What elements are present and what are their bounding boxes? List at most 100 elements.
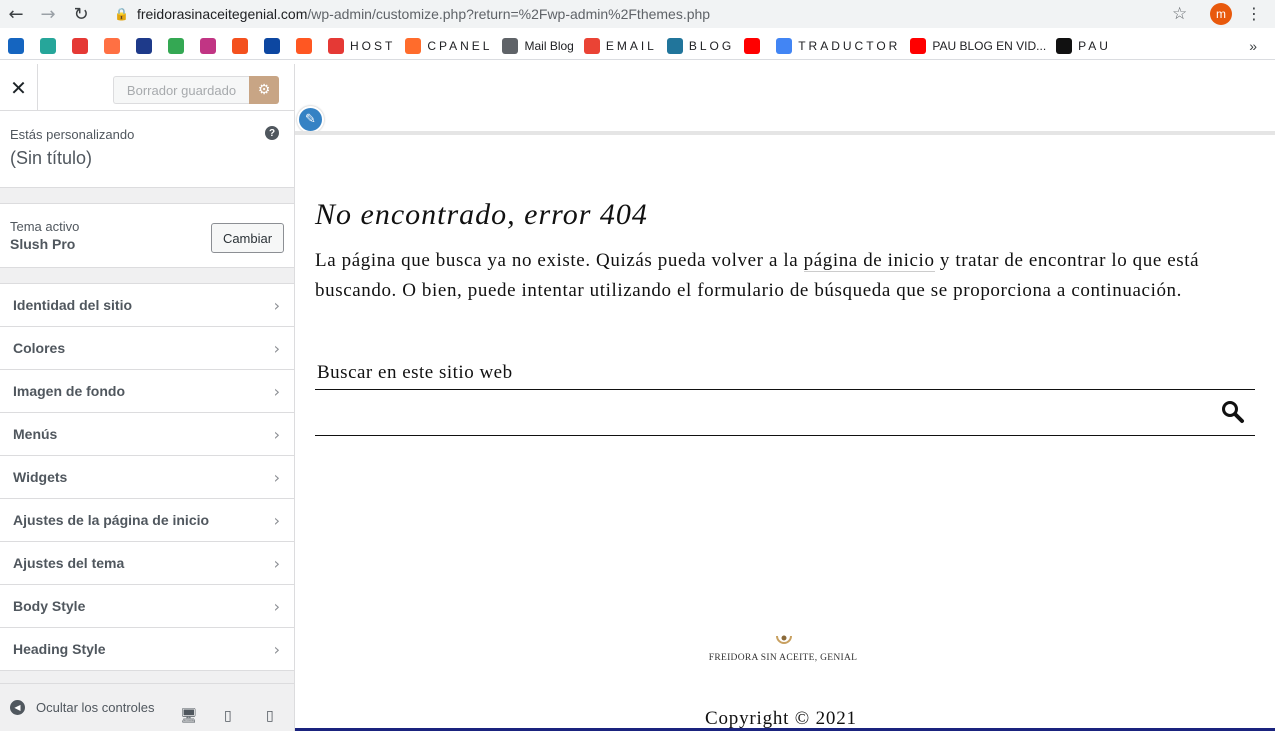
bookmark-item[interactable]: PAU BLOG EN VID...	[910, 37, 1047, 54]
address-bar[interactable]: 🔒 freidorasinaceitegenial.com/wp-admin/c…	[104, 1, 1200, 27]
customizing-info: Estás personalizando (Sin título) ?	[0, 111, 294, 188]
search-icon[interactable]	[1221, 400, 1245, 424]
bookmark-label: TRADUCTOR	[798, 38, 901, 53]
bookmark-favicon-icon	[40, 37, 56, 54]
customizer-menu: Identidad del sitio › Colores › Imagen de fo…	[0, 283, 294, 671]
bookmark-item[interactable]	[136, 37, 158, 54]
collapse-icon: ◀	[10, 700, 25, 715]
bookmark-item[interactable]	[264, 37, 286, 54]
back-icon[interactable]: ←	[6, 4, 26, 25]
bookmark-item[interactable]: EMAIL	[583, 37, 657, 54]
header-divider	[295, 131, 1275, 135]
chevron-right-icon: ›	[273, 553, 280, 573]
customizer-header: ✕ Borrador guardado ⚙	[0, 64, 294, 111]
reload-icon[interactable]: ↻	[71, 4, 91, 25]
hide-controls-label: Ocultar los controles	[36, 700, 155, 715]
site-title: (Sin título)	[10, 148, 93, 168]
bookmark-star-icon[interactable]: ☆	[1172, 4, 1187, 24]
bookmark-favicon-icon	[296, 37, 312, 54]
menu-item-label: Ajustes del tema	[13, 555, 125, 571]
profile-avatar[interactable]: m	[1210, 3, 1232, 25]
bookmark-item[interactable]: CPANEL	[405, 37, 493, 54]
hide-controls-button[interactable]: ◀ Ocultar los controles	[10, 700, 155, 715]
bookmark-favicon-icon	[72, 37, 88, 54]
bookmark-item[interactable]	[72, 37, 94, 54]
edit-shortcut-icon[interactable]: ✎	[297, 106, 324, 133]
bookmark-item[interactable]	[296, 37, 318, 54]
chevron-right-icon: ›	[273, 295, 280, 315]
menu-item-label: Colores	[13, 340, 66, 356]
bookmark-favicon-icon	[583, 37, 600, 54]
bookmark-item[interactable]	[104, 37, 126, 54]
close-icon[interactable]: ✕	[0, 64, 38, 111]
bookmark-favicon-icon	[200, 37, 216, 54]
bookmark-favicon-icon	[910, 37, 927, 54]
bookmark-label: PAU BLOG EN VID...	[932, 38, 1047, 53]
desktop-icon[interactable]: 🖥	[180, 708, 198, 724]
bookmark-item[interactable]	[40, 37, 62, 54]
active-theme-panel: Tema activo Slush Pro Cambiar	[0, 203, 294, 268]
chevron-right-icon: ›	[273, 338, 280, 358]
bookmark-label: EMAIL	[605, 38, 657, 53]
customizer-sidebar: ✕ Borrador guardado ⚙ Estás personalizan…	[0, 64, 295, 731]
chevron-right-icon: ›	[273, 639, 280, 659]
site-preview: ✎ No encontrado, error 404 La página que…	[295, 64, 1275, 731]
customizer-menu-item[interactable]: Identidad del sitio ›	[0, 284, 294, 327]
customizer-menu-item[interactable]: Menús ›	[0, 413, 294, 456]
browser-menu-icon[interactable]: ⋮	[1246, 4, 1262, 23]
bookmark-item[interactable]	[232, 37, 254, 54]
search-input[interactable]	[315, 389, 1255, 436]
tablet-icon[interactable]: ▯	[224, 708, 232, 724]
bookmark-favicon-icon	[232, 37, 248, 54]
bookmark-label: CPANEL	[427, 38, 493, 53]
menu-item-label: Widgets	[13, 469, 68, 485]
mobile-icon[interactable]: ▯	[266, 708, 274, 724]
search-label: Buscar en este sitio web	[317, 362, 513, 383]
error-title: No encontrado, error 404	[315, 198, 648, 231]
menu-item-label: Heading Style	[13, 641, 106, 657]
url-host: freidorasinaceitegenial.com	[136, 6, 308, 22]
bookmark-label: PAU	[1078, 38, 1111, 53]
customizer-menu-item[interactable]: Body Style ›	[0, 585, 294, 628]
bookmark-favicon-icon	[8, 37, 24, 54]
home-link[interactable]: página de inicio	[803, 250, 935, 272]
bookmark-item[interactable]	[200, 37, 222, 54]
logo-text: FREIDORA SIN ACEITE, GENIAL	[708, 653, 858, 663]
bookmark-item[interactable]	[168, 37, 190, 54]
help-icon[interactable]: ?	[265, 126, 279, 140]
bookmark-label: Mail Blog	[524, 38, 574, 53]
bookmark-favicon-icon	[502, 37, 519, 54]
customizer-menu-item[interactable]: Ajustes de la página de inicio ›	[0, 499, 294, 542]
chevron-right-icon: ›	[273, 467, 280, 487]
draft-saved-button[interactable]: Borrador guardado	[113, 76, 249, 104]
bookmark-item[interactable]: BLOG	[666, 37, 735, 54]
bookmark-item[interactable]	[744, 37, 766, 54]
menu-item-label: Menús	[13, 426, 58, 442]
customizer-menu-item[interactable]: Imagen de fondo ›	[0, 370, 294, 413]
customizer-menu-item[interactable]: Widgets ›	[0, 456, 294, 499]
bookmark-item[interactable]	[8, 37, 30, 54]
bookmark-favicon-icon	[1056, 37, 1073, 54]
bookmark-favicon-icon	[104, 37, 120, 54]
forward-icon[interactable]: →	[38, 4, 58, 25]
copyright: Copyright © 2021	[705, 708, 857, 729]
bookmark-item[interactable]: HOST	[328, 37, 395, 54]
bookmark-item[interactable]: Mail Blog	[502, 37, 574, 54]
bookmark-label: BLOG	[688, 38, 735, 53]
change-theme-button[interactable]: Cambiar	[211, 223, 284, 253]
bookmark-item[interactable]: PAU	[1056, 37, 1111, 54]
bookmark-item[interactable]: TRADUCTOR	[776, 37, 901, 54]
site-logo: FREIDORA SIN ACEITE, GENIAL	[703, 632, 863, 672]
customizer-menu-item[interactable]: Colores ›	[0, 327, 294, 370]
lock-icon: 🔒	[114, 7, 129, 21]
more-bookmarks-icon[interactable]: »	[1249, 38, 1257, 54]
bookmark-favicon-icon	[744, 37, 761, 54]
customizer-menu-item[interactable]: Heading Style ›	[0, 628, 294, 671]
bookmark-favicon-icon	[264, 37, 280, 54]
bookmark-favicon-icon	[405, 37, 422, 54]
gear-icon[interactable]: ⚙	[249, 76, 279, 104]
bookmark-favicon-icon	[168, 37, 184, 54]
browser-toolbar: ← → ↻ 🔒 freidorasinaceitegenial.com/wp-a…	[0, 0, 1275, 28]
customizer-menu-item[interactable]: Ajustes del tema ›	[0, 542, 294, 585]
chevron-right-icon: ›	[273, 596, 280, 616]
